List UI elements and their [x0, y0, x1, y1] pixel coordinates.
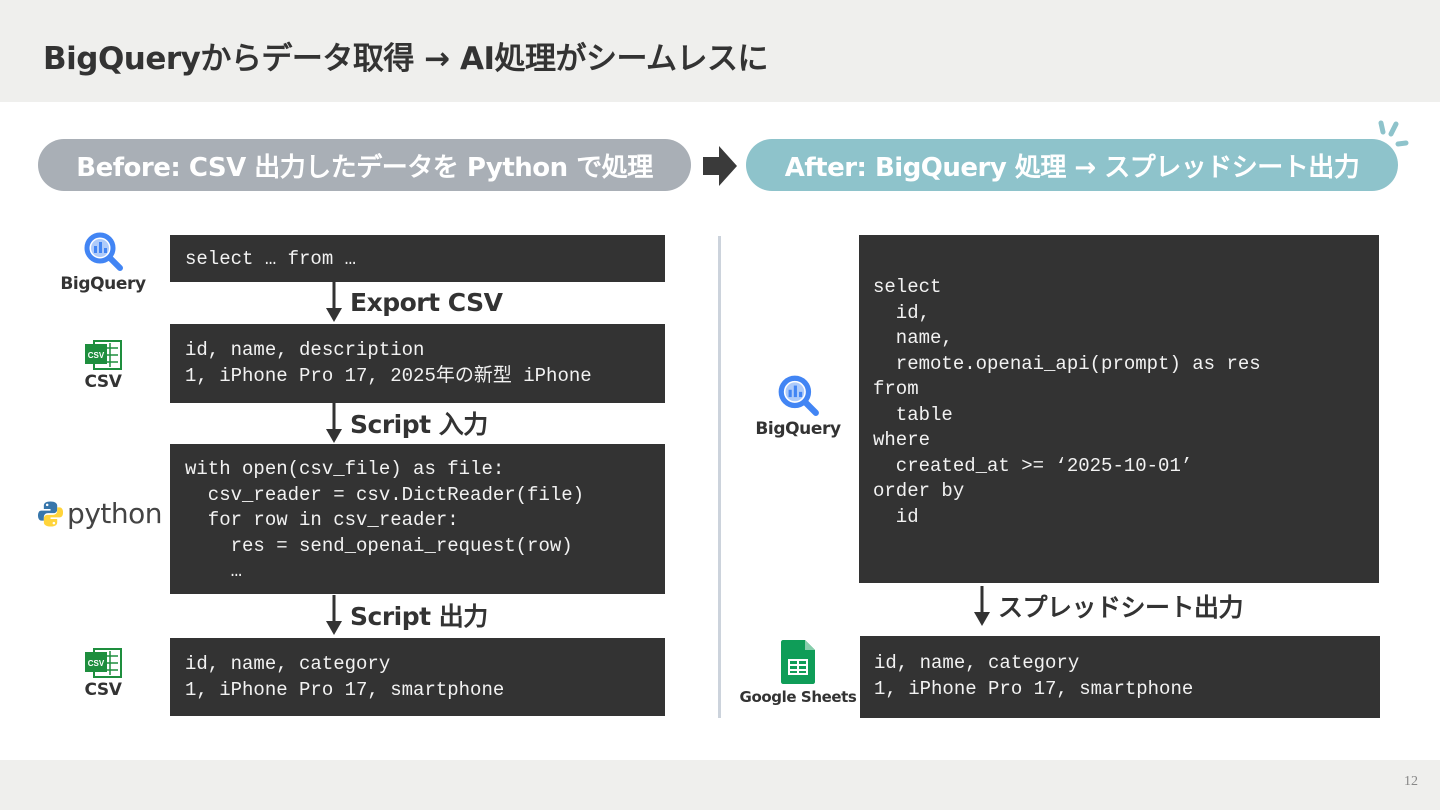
- arrow-down-icon: [326, 282, 342, 322]
- code-line: 1, iPhone Pro 17, 2025年の新型 iPhone: [185, 364, 592, 387]
- code-line: created_at >= ‘2025-10-01’: [873, 454, 1193, 477]
- after-pill: After: BigQuery 処理 → スプレッドシート出力: [746, 139, 1398, 191]
- bigquery-icon: [84, 232, 123, 271]
- csv-file-icon: CSV: [85, 340, 122, 370]
- code-line: id, name, description: [185, 339, 425, 361]
- code-line: remote.openai_api(prompt) as res: [873, 352, 1261, 375]
- csv-logo: CSV CSV: [78, 340, 128, 392]
- python-logo: python: [38, 497, 162, 530]
- code-line: id: [873, 505, 919, 528]
- column-divider: [718, 236, 721, 718]
- code-block-bigquery-query: select id, name, remote.openai_api(promp…: [859, 235, 1379, 583]
- csv-logo: CSV CSV: [78, 648, 128, 700]
- csv-label: CSV: [84, 680, 122, 700]
- python-icon: [38, 500, 64, 527]
- arrow-right-icon: [703, 146, 737, 186]
- csv-label: CSV: [84, 372, 122, 392]
- code-block-csv-input: id, name, description 1, iPhone Pro 17, 2…: [170, 324, 665, 403]
- code-block-python-script: with open(csv_file) as file: csv_reader …: [170, 444, 665, 594]
- code-line: name,: [873, 327, 953, 349]
- code-line: 1, iPhone Pro 17, smartphone: [185, 678, 505, 701]
- step-export-csv: Export CSV: [326, 282, 503, 322]
- step-label: Script 入力: [350, 410, 488, 439]
- bigquery-label: BigQuery: [755, 419, 841, 439]
- google-sheets-icon: [781, 640, 815, 684]
- slide-title: BigQueryからデータ取得 → AI処理がシームレスに: [43, 41, 769, 77]
- code-line: select: [873, 276, 942, 298]
- bigquery-logo: BigQuery: [58, 230, 148, 294]
- code-line: where: [873, 429, 931, 451]
- code-line: with open(csv_file) as file:: [185, 458, 505, 480]
- step-script-input: Script 入力: [326, 403, 488, 443]
- step-spreadsheet-output: スプレッドシート出力: [974, 586, 1244, 626]
- code-line: 1, iPhone Pro 17, smartphone: [874, 677, 1194, 700]
- step-label: Script 出力: [350, 602, 488, 631]
- code-block-select: select … from …: [170, 235, 665, 282]
- csv-badge-text: CSV: [88, 351, 105, 360]
- code-line: …: [185, 560, 243, 582]
- step-label: Export CSV: [350, 287, 503, 317]
- code-line: csv_reader = csv.DictReader(file): [185, 483, 585, 506]
- step-script-output: Script 出力: [326, 595, 488, 635]
- code-line: id,: [873, 301, 931, 324]
- csv-file-icon: CSV: [85, 648, 122, 678]
- bigquery-logo: BigQuery: [752, 373, 844, 439]
- code-line: table: [873, 403, 953, 426]
- bigquery-label: BigQuery: [60, 274, 146, 294]
- page-number: 12: [1404, 774, 1418, 789]
- footer-band: [0, 760, 1440, 810]
- csv-badge-text: CSV: [88, 659, 105, 668]
- google-sheets-label: Google Sheets: [739, 688, 857, 706]
- python-label: python: [67, 497, 162, 530]
- code-block-csv-output: id, name, category 1, iPhone Pro 17, smar…: [170, 638, 665, 716]
- arrow-down-icon: [974, 586, 990, 626]
- bigquery-icon: [778, 375, 819, 416]
- before-pill: Before: CSV 出力したデータを Python で処理: [38, 139, 691, 191]
- code-line: order by: [873, 480, 965, 502]
- code-line: select … from …: [185, 248, 357, 270]
- sparkle-icon: [1378, 120, 1409, 147]
- code-line: from: [873, 378, 919, 400]
- step-label: スプレッドシート出力: [998, 593, 1244, 622]
- code-block-sheet-output: id, name, category 1, iPhone Pro 17, smar…: [860, 636, 1380, 718]
- code-line: for row in csv_reader:: [185, 509, 459, 531]
- code-line: id, name, category: [185, 653, 391, 675]
- arrow-down-icon: [326, 595, 342, 635]
- arrow-down-icon: [326, 403, 342, 443]
- code-line: res = send_openai_request(row): [185, 534, 573, 557]
- google-sheets-logo: Google Sheets: [740, 640, 857, 706]
- code-line: id, name, category: [874, 652, 1080, 674]
